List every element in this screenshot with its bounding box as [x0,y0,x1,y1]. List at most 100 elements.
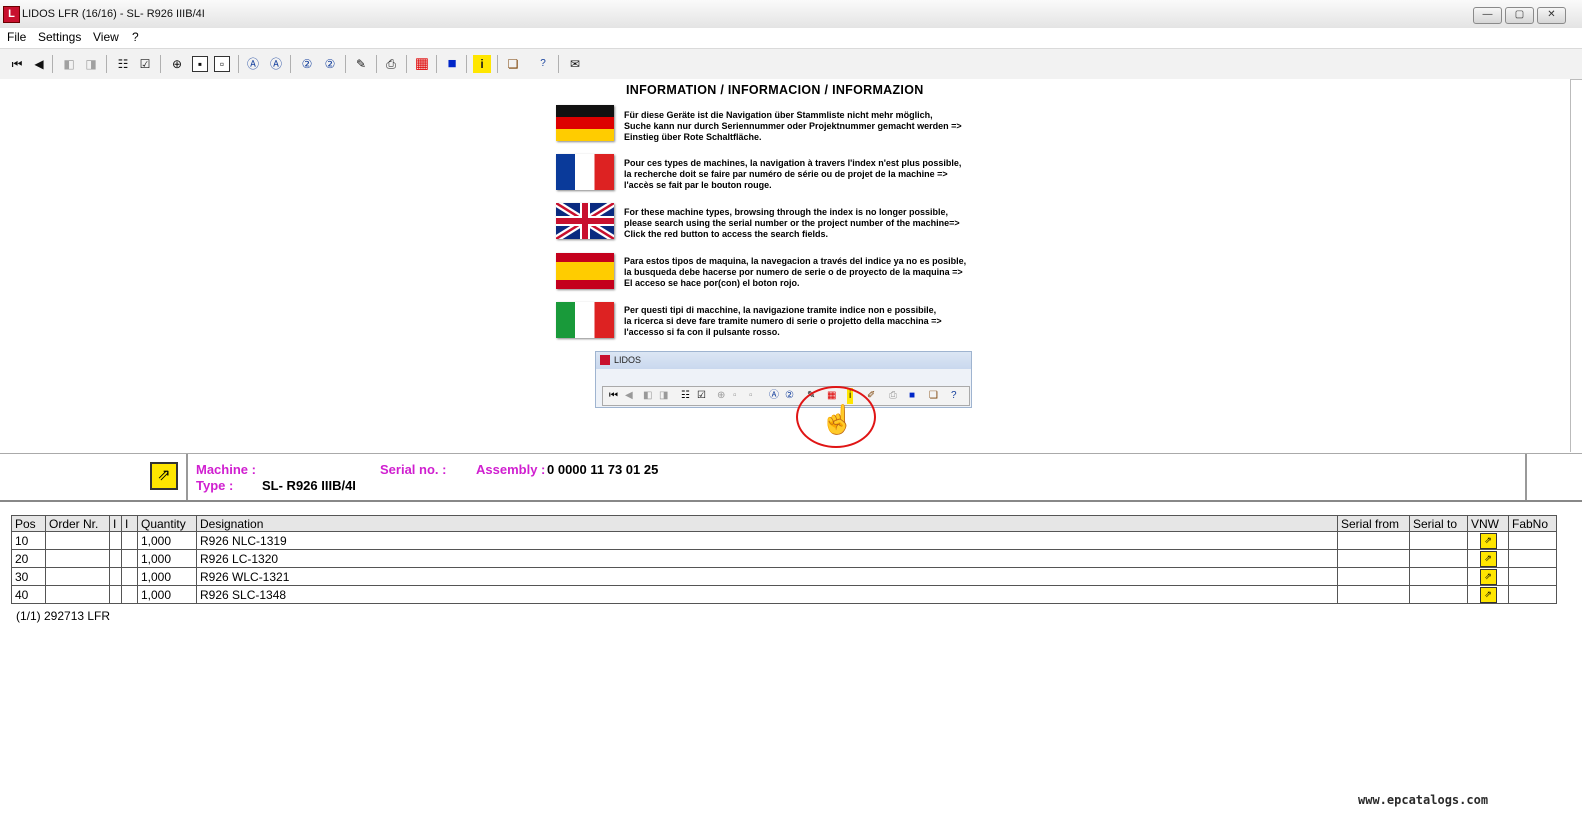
illustration-toolbar: ⏮ ◀ ◧ ◨ ☷ ☑ ⊕ ▫ ▫ Ⓐ ② ✎ ▦ i ✐ ⎙ ■ ❏ ? [602,386,970,406]
cell-i1 [109,567,122,586]
serial-label: Serial no. : [380,462,447,477]
table-row[interactable]: 30 1,000 R926 WLC-1321 ⇗ [11,567,1557,586]
lidos-help-icon[interactable]: ? [534,55,552,73]
cell-fabno [1508,549,1557,568]
table-row[interactable]: 10 1,000 R926 NLC-1319 ⇗ [11,531,1557,550]
menu-file[interactable]: File [7,30,26,44]
cell-order [45,585,110,604]
assembly-value: 0 0000 11 73 01 25 [547,462,659,477]
cell-order [45,567,110,586]
toolbar-separator [466,55,467,73]
info-line: Suche kann nur durch Seriennummer oder P… [624,121,962,131]
jump-link-icon[interactable]: ⇗ [150,462,178,490]
cell-i2 [121,567,138,586]
col-serial-to[interactable]: Serial to [1409,515,1468,532]
book-icon: ❏ [929,390,938,401]
cell-fabno [1508,531,1557,550]
info-paragraph-it: Per questi tipi di macchine, la navigazi… [624,305,1024,338]
search-a-icon: Ⓐ [769,390,779,401]
assembly-label: Assembly : [476,462,546,477]
cell-fabno [1508,567,1557,586]
cell-vnw: ⇗ [1467,585,1509,604]
col-serial-from[interactable]: Serial from [1337,515,1410,532]
cell-pos: 10 [11,531,46,550]
uk-flag-icon [556,203,614,239]
zoom-icon: ⊕ [717,390,726,401]
check-list-icon: ☷ [681,390,690,401]
edit-icon[interactable]: ✎ [352,55,370,73]
info-pane: INFORMATION / INFORMACION / INFORMAZION … [0,79,1571,452]
forward-doc-icon[interactable]: ◨ [82,55,100,73]
minimize-button[interactable]: — [1473,7,1502,24]
check-list-icon[interactable]: ☷ [114,55,132,73]
col-quantity[interactable]: Quantity [137,515,197,532]
watermark: www.epcatalogs.com [1358,793,1489,807]
lidos-logo-icon: L [3,6,20,23]
col-designation[interactable]: Designation [196,515,1338,532]
cell-serial-to [1409,585,1468,604]
toolbar-separator [52,55,53,73]
jump-link-icon[interactable]: ⇗ [1479,568,1497,585]
toolbar-separator [160,55,161,73]
search-2-icon[interactable]: ② [298,55,316,73]
lidos-help-icon: ? [951,390,957,401]
menu-help[interactable]: ? [132,30,139,44]
forward-doc-icon: ◨ [659,390,669,401]
maximize-button[interactable]: ▢ [1505,7,1534,24]
back-doc-icon[interactable]: ◧ [60,55,78,73]
cell-serial-to [1409,531,1468,550]
menu-bar: File Settings View ? [0,28,1582,46]
pointer-hand-icon: ☝ [820,404,855,435]
table-row[interactable]: 40 1,000 R926 SLC-1348 ⇗ [11,585,1557,604]
col-vnw[interactable]: VNW [1467,515,1509,532]
search-22-icon[interactable]: ② [321,55,339,73]
cell-quantity: 1,000 [137,549,197,568]
toolbar-separator [497,55,498,73]
info-icon[interactable]: i [473,55,491,73]
prev-icon[interactable]: ◀ [30,55,48,73]
search-a2-icon[interactable]: Ⓐ [267,55,285,73]
close-button[interactable]: ✕ [1537,7,1566,24]
cell-serial-from [1337,531,1410,550]
page-icon[interactable]: ▪ [192,56,208,72]
col-pos[interactable]: Pos [11,515,46,532]
zoom-icon[interactable]: ⊕ [168,55,186,73]
menu-view[interactable]: View [93,30,119,44]
print-icon[interactable]: ⎙ [382,55,400,73]
mail-icon[interactable]: ✉ [566,55,584,73]
cell-i1 [109,549,122,568]
jump-link-icon[interactable]: ⇗ [1479,532,1497,549]
info-line: Para estos tipos de maquina, la navegaci… [624,256,967,266]
jump-link-icon[interactable]: ⇗ [1479,586,1497,603]
toolbar-illustration: LIDOS ⏮ ◀ ◧ ◨ ☷ ☑ ⊕ ▫ ▫ Ⓐ ② ✎ ▦ i ✐ ⎙ ■ … [595,351,972,408]
book-icon[interactable]: ❏ [504,55,522,73]
menu-settings[interactable]: Settings [38,30,81,44]
cell-i1 [109,585,122,604]
col-order-nr[interactable]: Order Nr. [45,515,110,532]
cell-order [45,531,110,550]
info-line: la busqueda debe hacerse por numero de s… [624,267,963,277]
search-a-icon[interactable]: Ⓐ [244,55,262,73]
grid-red-icon[interactable]: ▦ [413,55,431,73]
info-line: Per questi tipi di macchine, la navigazi… [624,305,937,315]
first-icon[interactable]: ⏮ [8,55,26,73]
jump-link-icon[interactable]: ⇗ [1479,550,1497,567]
info-line: la recherche doit se faire par numéro de… [624,169,948,179]
col-fabno[interactable]: FabNo [1508,515,1557,532]
parts-table: Pos Order Nr. I I Quantity Designation S… [11,515,1557,604]
page2-icon[interactable]: ▫ [214,56,230,72]
lidos-logo-icon [600,355,610,365]
table-header-row: Pos Order Nr. I I Quantity Designation S… [11,515,1557,532]
checked-doc-icon: ☑ [697,390,706,401]
blue-square-icon[interactable]: ■ [443,55,461,73]
table-row[interactable]: 20 1,000 R926 LC-1320 ⇗ [11,549,1557,568]
info-line: For these machine types, browsing throug… [624,207,949,217]
cell-designation: R926 SLC-1348 [196,585,1338,604]
col-i1[interactable]: I [109,515,122,532]
cell-designation: R926 LC-1320 [196,549,1338,568]
checked-doc-icon[interactable]: ☑ [136,55,154,73]
info-paragraph-es: Para estos tipos de maquina, la navegaci… [624,256,1024,289]
type-value: SL- R926 IIIB/4I [262,478,356,493]
col-i2[interactable]: I [121,515,138,532]
cell-vnw: ⇗ [1467,549,1509,568]
